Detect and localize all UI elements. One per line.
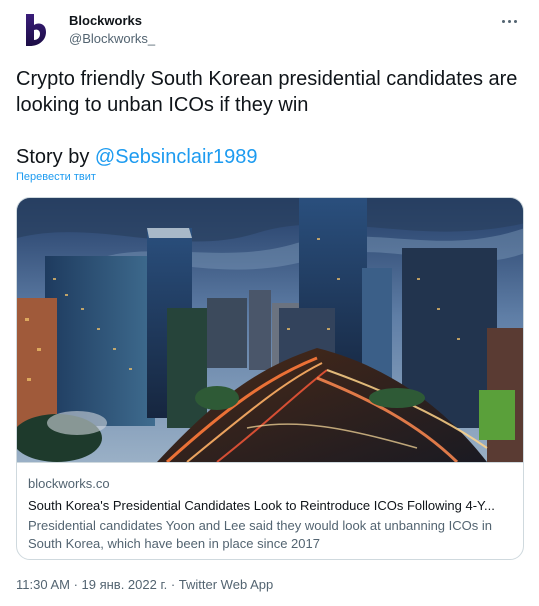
user-handle[interactable]: @Blockworks_: [69, 30, 155, 48]
card-title: South Korea's Presidential Candidates Lo…: [28, 498, 495, 513]
display-name[interactable]: Blockworks: [69, 12, 155, 30]
link-preview-card[interactable]: blockworks.co South Korea's Presidential…: [16, 197, 524, 560]
author-names: Blockworks @Blockworks_: [69, 12, 155, 48]
translate-link[interactable]: Перевести твит: [16, 170, 96, 184]
tweet-timestamp[interactable]: 11:30 AM · 19 янв. 2022 г. · Twitter Web…: [16, 576, 273, 594]
tweet-header: Blockworks @Blockworks_: [16, 10, 523, 52]
card-image[interactable]: [17, 198, 524, 462]
avatar[interactable]: [16, 10, 56, 50]
tweet-text: Crypto friendly South Korean presidentia…: [16, 68, 518, 116]
card-domain: blockworks.co: [28, 476, 110, 491]
more-dots-icon[interactable]: [497, 10, 521, 32]
story-byline: Story by @Sebsinclair1989: [16, 144, 258, 170]
story-prefix: Story by: [16, 146, 95, 168]
author-mention-link[interactable]: @Sebsinclair1989: [95, 146, 258, 168]
card-body[interactable]: blockworks.co South Korea's Presidential…: [17, 462, 523, 559]
card-description: Presidential candidates Yoon and Lee sai…: [28, 518, 492, 551]
blockworks-logo-icon: [26, 14, 46, 46]
